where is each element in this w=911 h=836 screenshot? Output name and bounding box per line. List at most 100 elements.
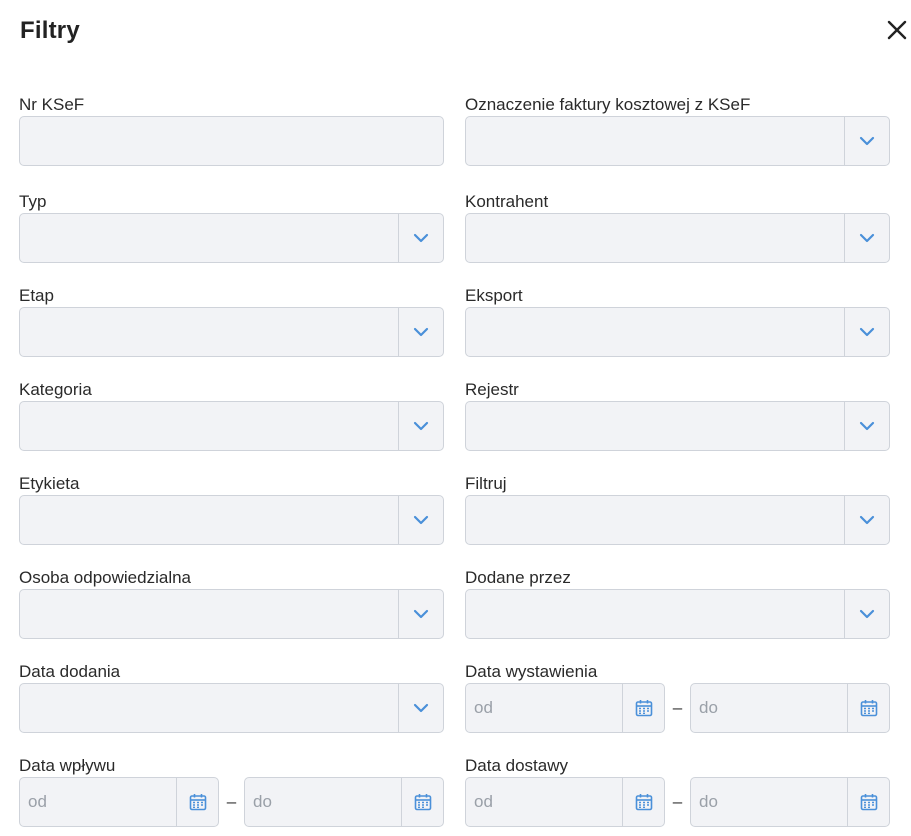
eksport-dropdown-toggle[interactable] [844,308,889,356]
osoba-select[interactable] [19,589,444,639]
dodane-przez-select[interactable] [465,589,890,639]
chevron-down-icon [413,421,429,431]
field-oznaczenie: Oznaczenie faktury kosztowej z KSeF [465,94,890,166]
filtruj-dropdown-toggle[interactable] [844,496,889,544]
data-wystawienia-label: Data wystawienia [465,662,598,681]
chevron-down-icon [413,609,429,619]
date-from-placeholder: od [474,698,493,717]
calendar-icon [189,794,206,811]
calendar-button[interactable] [176,778,218,826]
data-wplywu-label: Data wpływu [19,756,116,775]
kategoria-select[interactable] [19,401,444,451]
kategoria-label: Kategoria [19,380,92,399]
rejestr-select[interactable] [465,401,890,451]
data-dodania-label: Data dodania [19,662,121,681]
calendar-icon [635,700,652,717]
etap-label: Etap [19,286,54,305]
chevron-down-icon [413,327,429,337]
field-filtruj: Filtruj [465,473,890,545]
eksport-label: Eksport [465,286,523,305]
field-etykieta: Etykieta [19,473,444,545]
oznaczenie-select[interactable] [465,116,890,166]
etykieta-dropdown-toggle[interactable] [398,496,443,544]
etap-select[interactable] [19,307,444,357]
calendar-button[interactable] [622,778,664,826]
date-to-placeholder: do [699,698,718,717]
nr-ksef-input[interactable] [19,116,444,166]
dodane-przez-dropdown-toggle[interactable] [844,590,889,638]
chevron-down-icon [859,421,875,431]
calendar-button[interactable] [622,684,664,732]
chevron-down-icon [859,233,875,243]
typ-dropdown-toggle[interactable] [398,214,443,262]
etap-dropdown-toggle[interactable] [398,308,443,356]
field-data-dodania: Data dodania [19,661,444,733]
data-wystawienia-from-input[interactable]: od [465,683,665,733]
oznaczenie-label: Oznaczenie faktury kosztowej z KSeF [465,95,751,114]
typ-select[interactable] [19,213,444,263]
filtruj-label: Filtruj [465,474,507,493]
field-kontrahent: Kontrahent [465,191,890,263]
date-range-separator: – [672,698,683,717]
nr-ksef-label: Nr KSeF [19,95,85,114]
osoba-dropdown-toggle[interactable] [398,590,443,638]
typ-label: Typ [19,192,47,211]
field-kategoria: Kategoria [19,379,444,451]
date-range-separator: – [226,792,237,811]
rejestr-label: Rejestr [465,380,519,399]
osoba-label: Osoba odpowiedzialna [19,568,192,587]
kontrahent-dropdown-toggle[interactable] [844,214,889,262]
calendar-icon [860,794,877,811]
field-osoba-odpowiedzialna: Osoba odpowiedzialna [19,567,444,639]
etykieta-label: Etykieta [19,474,80,493]
calendar-icon [635,794,652,811]
field-data-wystawienia: Data wystawienia od – do [465,661,890,733]
field-etap: Etap [19,285,444,357]
dodane-przez-label: Dodane przez [465,568,571,587]
date-to-placeholder: do [699,792,718,811]
chevron-down-icon [859,515,875,525]
chevron-down-icon [859,609,875,619]
date-from-placeholder: od [474,792,493,811]
data-wplywu-to-input[interactable]: do [244,777,444,827]
data-wplywu-range: od – do [19,777,444,827]
data-wystawienia-range: od – do [465,683,890,733]
calendar-icon [860,700,877,717]
field-eksport: Eksport [465,285,890,357]
calendar-button[interactable] [401,778,443,826]
data-wystawienia-to-input[interactable]: do [690,683,890,733]
calendar-icon [414,794,431,811]
data-dodania-dropdown-toggle[interactable] [398,684,443,732]
filtruj-select[interactable] [465,495,890,545]
data-dostawy-from-input[interactable]: od [465,777,665,827]
chevron-down-icon [413,515,429,525]
dialog-title: Filtry [20,17,80,44]
calendar-button[interactable] [847,684,889,732]
kontrahent-select[interactable] [465,213,890,263]
eksport-select[interactable] [465,307,890,357]
date-from-placeholder: od [28,792,47,811]
chevron-down-icon [859,136,875,146]
oznaczenie-dropdown-toggle[interactable] [844,117,889,165]
kontrahent-label: Kontrahent [465,192,549,211]
close-icon [887,20,907,40]
field-typ: Typ [19,191,444,263]
date-to-placeholder: do [253,792,272,811]
data-dodania-select[interactable] [19,683,444,733]
chevron-down-icon [413,703,429,713]
data-dostawy-label: Data dostawy [465,756,568,775]
etykieta-select[interactable] [19,495,444,545]
data-dostawy-range: od – do [465,777,890,827]
data-dostawy-to-input[interactable]: do [690,777,890,827]
field-dodane-przez: Dodane przez [465,567,890,639]
data-wplywu-from-input[interactable]: od [19,777,219,827]
field-nr-ksef: Nr KSeF [19,94,444,166]
field-rejestr: Rejestr [465,379,890,451]
calendar-button[interactable] [847,778,889,826]
field-data-dostawy: Data dostawy od – do [465,755,890,827]
close-button[interactable] [883,16,911,44]
chevron-down-icon [859,327,875,337]
kategoria-dropdown-toggle[interactable] [398,402,443,450]
rejestr-dropdown-toggle[interactable] [844,402,889,450]
date-range-separator: – [672,792,683,811]
